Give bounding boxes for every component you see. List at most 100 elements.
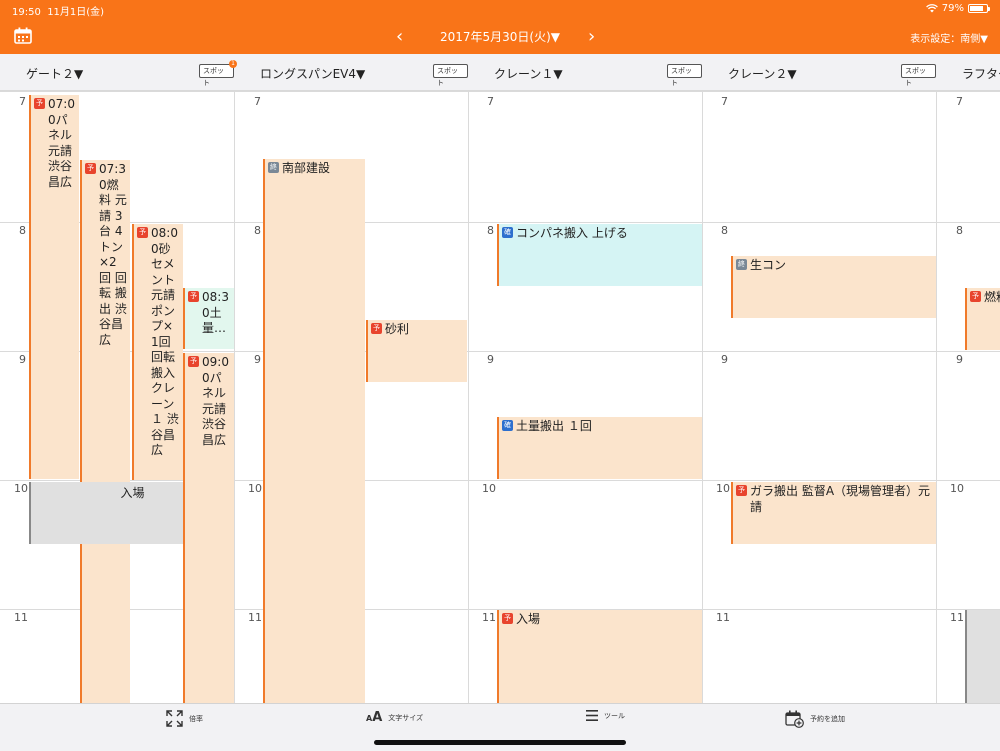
display-setting-dropdown[interactable]: 表示設定：南側▼ (910, 30, 988, 45)
calendar-icon[interactable] (14, 27, 32, 44)
event-block[interactable]: 予 入場 (497, 610, 702, 703)
schedule-grid[interactable]: 7 8 9 10 11 7 8 9 10 11 7 8 9 10 11 7 8 … (0, 91, 1000, 703)
spot-button-crane2[interactable]: スポット (901, 64, 936, 87)
status-badge-yo: 予 (34, 98, 45, 109)
hour-label: 9 (254, 353, 261, 366)
hour-label: 8 (956, 224, 963, 237)
hour-label: 8 (487, 224, 494, 237)
event-block[interactable]: 確 土量搬出 １回 (497, 417, 702, 479)
status-indicators: 79% (925, 3, 990, 14)
hour-label: 9 (721, 353, 728, 366)
column-divider (702, 91, 703, 703)
status-badge-shu: 終 (736, 259, 747, 270)
spot-button-crane1[interactable]: スポット (667, 64, 702, 87)
event-block[interactable]: 予 08:30土量… (183, 288, 234, 349)
status-badge-yo: 予 (85, 163, 96, 174)
status-clock: 19:50 (12, 7, 41, 18)
status-badge-yo: 予 (137, 227, 148, 238)
expand-icon (166, 710, 183, 727)
hour-label: 7 (254, 95, 261, 108)
status-badge-kaku: 確 (502, 227, 513, 238)
event-block[interactable]: 予 08:00砂セメント 元請ポンプ×1回 回転搬入 クレーン１ 渋谷昌広 (132, 224, 183, 480)
status-badge-yo: 予 (371, 323, 382, 334)
hour-label: 9 (956, 353, 963, 366)
hour-label: 10 (14, 482, 28, 495)
column-name-longspan-ev4[interactable]: ロングスパンEV4▼ (260, 65, 365, 82)
calendar-add-icon (785, 710, 804, 728)
zoom-button[interactable]: 倍率 (166, 710, 203, 727)
font-size-button[interactable]: AA 文字サイズ (366, 710, 423, 725)
hour-label: 7 (19, 95, 26, 108)
hour-label: 10 (482, 482, 496, 495)
spot-button-longspan-ev4[interactable]: スポット (433, 64, 468, 87)
status-time: 19:50 11月1日(金) (12, 3, 104, 18)
hour-label: 11 (248, 611, 262, 624)
event-text: 09:00パネル元請 渋谷昌広 (202, 355, 229, 447)
event-text: 生コン (750, 258, 787, 272)
column-divider (936, 91, 937, 703)
spot-button-gate2[interactable]: スポット 1 (199, 60, 237, 87)
event-text: 南部建設 (282, 161, 331, 175)
font-size-icon: AA (366, 710, 383, 725)
event-text: 土量搬出 １回 (516, 419, 592, 433)
event-block[interactable]: 予 燃料 (965, 288, 1000, 350)
tools-button[interactable]: ツール (586, 710, 625, 721)
event-text: 07:30燃料 元請 3台 4トン×2回 回転 搬出 渋谷昌広 (99, 162, 127, 347)
status-badge-yo: 予 (970, 291, 981, 302)
event-text: コンパネ搬入 上げる (516, 226, 628, 240)
hour-label: 10 (248, 482, 262, 495)
hour-label: 8 (721, 224, 728, 237)
font-size-label: 文字サイズ (388, 713, 424, 722)
column-name-crane1[interactable]: クレーン１▼ (494, 65, 563, 82)
status-badge-yo: 予 (188, 291, 199, 302)
hour-label: 11 (950, 611, 964, 624)
status-date: 11月1日(金) (47, 7, 105, 18)
hour-label: 7 (487, 95, 494, 108)
prev-date-button[interactable]: ‹ (396, 26, 403, 47)
event-block[interactable] (965, 610, 1000, 703)
hour-line (0, 91, 1000, 92)
hour-label: 8 (254, 224, 261, 237)
hour-line (0, 222, 1000, 223)
event-block[interactable]: 終 南部建設 (263, 159, 365, 703)
column-divider (234, 91, 235, 703)
event-text: 07:00パネル元請 渋谷昌広 (48, 97, 75, 189)
add-reservation-button[interactable]: 予約を追加 (785, 710, 845, 728)
spot-button-label: スポット (203, 67, 224, 87)
column-header-rafter: ラフター (936, 54, 1000, 90)
event-block[interactable]: 予 砂利 (366, 320, 467, 382)
event-text: 08:30土量… (202, 290, 229, 335)
event-block[interactable]: 予 07:00パネル元請 渋谷昌広 (29, 95, 79, 479)
hour-label: 11 (716, 611, 730, 624)
column-header-crane2: クレーン２▼ スポット (702, 54, 936, 90)
event-text: 08:00砂セメント 元請ポンプ×1回 回転搬入 クレーン１ 渋谷昌広 (151, 226, 179, 457)
column-header-crane1: クレーン１▼ スポット (468, 54, 702, 90)
column-name-gate2[interactable]: ゲート２▼ (26, 65, 83, 82)
event-block[interactable]: 終 生コン (731, 256, 936, 318)
date-selector[interactable]: 2017年5月30日(火)▼ (415, 28, 585, 45)
status-badge-shu: 終 (268, 162, 279, 173)
add-reservation-label: 予約を追加 (810, 715, 845, 723)
column-name-rafter[interactable]: ラフター (962, 65, 1000, 82)
event-block[interactable]: 予 ガラ搬出 監督A（現場管理者）元請 (731, 482, 936, 544)
hour-line (0, 480, 1000, 481)
status-badge-yo: 予 (502, 613, 513, 624)
event-block[interactable]: 予 07:30燃料 元請 3台 4トン×2回 回転 搬出 渋谷昌広 (80, 160, 130, 703)
battery-percent: 79% (941, 3, 964, 14)
hour-label: 10 (716, 482, 730, 495)
wifi-icon (925, 4, 938, 13)
next-date-button[interactable]: › (588, 26, 595, 47)
column-header-gate2: ゲート２▼ スポット 1 (0, 54, 237, 90)
column-header-longspan-ev4: ロングスパンEV4▼ スポット (234, 54, 468, 90)
menu-icon (586, 710, 598, 721)
column-name-crane2[interactable]: クレーン２▼ (728, 65, 797, 82)
event-block[interactable]: 確 コンパネ搬入 上げる (497, 224, 702, 286)
event-block[interactable]: 予 09:00パネル元請 渋谷昌広 (183, 353, 234, 703)
home-indicator[interactable] (374, 740, 626, 745)
status-badge-yo: 予 (188, 356, 199, 367)
hour-label: 9 (19, 353, 26, 366)
hour-label: 7 (721, 95, 728, 108)
zoom-label: 倍率 (189, 714, 203, 723)
status-badge-kaku: 確 (502, 420, 513, 431)
hour-label: 9 (487, 353, 494, 366)
